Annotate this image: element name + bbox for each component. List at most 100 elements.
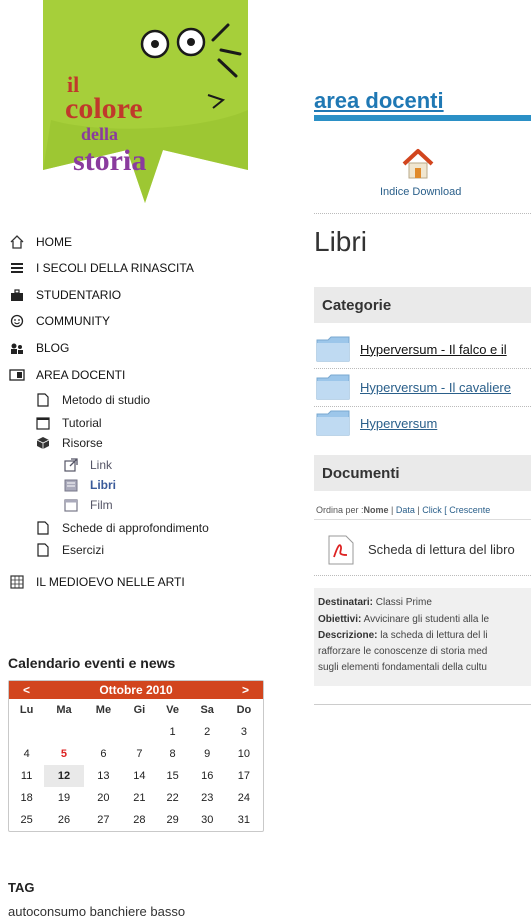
calendar-day[interactable]: 14 — [123, 765, 156, 787]
calendar-grid-icon — [8, 574, 26, 590]
document-row[interactable]: Scheda di lettura del libro — [314, 524, 531, 576]
tag-cloud[interactable]: autoconsumo banchiere basso — [8, 904, 185, 919]
calendar-weekday: Ve — [166, 704, 180, 716]
download-index-link[interactable]: Indice Download — [380, 186, 461, 198]
calendar-day[interactable]: 15 — [156, 765, 190, 787]
calendar-day[interactable]: 18 — [9, 787, 44, 809]
calendar-day[interactable]: 9 — [190, 743, 225, 765]
people-icon — [8, 340, 26, 356]
calendar-day[interactable]: 30 — [190, 809, 225, 831]
calendar-day[interactable]: 22 — [156, 787, 190, 809]
calendar-day[interactable]: 28 — [123, 809, 156, 831]
calendar-prev-button[interactable]: < — [23, 683, 30, 697]
area-docenti-title[interactable]: area docenti — [314, 88, 444, 114]
document-title[interactable]: Scheda di lettura del libro — [368, 542, 515, 557]
pdf-icon — [328, 535, 354, 564]
category-row[interactable]: Hyperversum — [314, 406, 531, 440]
category-row[interactable]: Hyperversum - Il cavaliere — [314, 370, 531, 404]
sort-nome[interactable]: Nome — [364, 505, 389, 515]
nav-sub-schede[interactable]: Schede di approfondimento — [34, 518, 209, 538]
calendar-day[interactable]: 31 — [225, 809, 263, 831]
window-icon — [34, 415, 52, 431]
docenti-icon — [8, 367, 26, 383]
nav-sub-tutorial[interactable]: Tutorial — [34, 413, 102, 433]
calendar-next-button[interactable]: > — [242, 683, 249, 697]
calendar-day[interactable]: 5 — [44, 743, 83, 765]
nav-item-secoli[interactable]: I SECOLI DELLA RINASCITA — [8, 258, 194, 278]
logo-text-colore: colore — [65, 92, 143, 125]
nav-item-home[interactable]: HOME — [8, 232, 72, 252]
calendar-day[interactable]: 29 — [156, 809, 190, 831]
logo-text-della: della — [81, 124, 118, 144]
calendar-day[interactable]: 23 — [190, 787, 225, 809]
nav-label: HOME — [36, 235, 72, 249]
nav-risorse-link[interactable]: Link — [62, 455, 112, 475]
nav-item-studentario[interactable]: STUDENTARIO — [8, 285, 121, 305]
nav-item-medioevo[interactable]: IL MEDIOEVO NELLE ARTI — [8, 572, 185, 592]
home-download-icon[interactable] — [400, 148, 436, 180]
calendar-day[interactable]: 17 — [225, 765, 263, 787]
nav-item-area-docenti[interactable]: AREA DOCENTI — [8, 365, 125, 385]
categorie-header: Categorie — [314, 287, 531, 323]
nav-item-community[interactable]: COMMUNITY — [8, 311, 110, 331]
calendar-day[interactable]: 24 — [225, 787, 263, 809]
nav-risorse-film[interactable]: Film — [62, 495, 113, 515]
calendar-day[interactable]: 16 — [190, 765, 225, 787]
nav-sub-risorse[interactable]: Risorse — [34, 433, 103, 453]
sort-click-link[interactable]: Click — [422, 505, 442, 515]
obiettivi-value: Avvicinare gli studenti alla le — [363, 614, 490, 625]
nav-sub-esercizi[interactable]: Esercizi — [34, 540, 104, 560]
calendar-empty-cell — [44, 721, 83, 743]
calendar-week-row: 25 26 27 28 29 30 31 — [9, 809, 263, 831]
calendar-day[interactable]: 11 — [9, 765, 44, 787]
sort-crescente-link[interactable]: [ Crescente — [444, 505, 490, 515]
calendar-day[interactable]: 6 — [84, 743, 123, 765]
calendar-weekday: Me — [95, 704, 112, 716]
calendar-day[interactable]: 8 — [156, 743, 190, 765]
nav-item-blog[interactable]: BLOG — [8, 338, 69, 358]
calendar-widget: < Ottobre 2010 > Lu Ma Me Gi Ve Sa Do 12345678… — [8, 680, 264, 832]
descrizione-label: Descrizione: — [318, 630, 378, 641]
calendar-day[interactable]: 1 — [156, 721, 190, 743]
page-icon — [34, 392, 52, 408]
calendar-day[interactable]: 13 — [84, 765, 123, 787]
calendar-day[interactable]: 26 — [44, 809, 83, 831]
nav-sub-metodo[interactable]: Metodo di studio — [34, 390, 150, 410]
film-icon — [62, 497, 80, 513]
book-icon — [62, 477, 80, 493]
calendar-day[interactable]: 27 — [84, 809, 123, 831]
calendar-day[interactable]: 2 — [190, 721, 225, 743]
divider — [314, 213, 531, 214]
calendar-day[interactable]: 4 — [9, 743, 44, 765]
calendar-day[interactable]: 3 — [225, 721, 263, 743]
calendar-month: Ottobre 2010 — [99, 683, 173, 697]
calendar-weekday: Sa — [200, 704, 214, 716]
sort-data-link[interactable]: Data — [396, 505, 415, 515]
nav-label: Film — [90, 498, 113, 512]
calendar-weekdays: Lu Ma Me Gi Ve Sa Do — [9, 699, 263, 721]
calendar-day[interactable]: 12 — [44, 765, 84, 787]
logo-text-storia: storia — [73, 144, 146, 177]
divider — [314, 704, 531, 705]
calendar-day[interactable]: 20 — [84, 787, 123, 809]
category-row[interactable]: Hyperversum - Il falco e il — [314, 332, 531, 366]
nav-label: BLOG — [36, 341, 70, 355]
nav-label: STUDENTARIO — [36, 288, 122, 302]
nav-risorse-libri[interactable]: Libri — [62, 475, 116, 495]
site-logo[interactable]: il colore della storia — [43, 0, 248, 203]
calendar-day[interactable]: 7 — [123, 743, 156, 765]
calendar-day[interactable]: 25 — [9, 809, 44, 831]
category-link[interactable]: Hyperversum - Il falco e il — [360, 342, 507, 357]
title-underline-bar — [314, 115, 531, 121]
category-link[interactable]: Hyperversum — [360, 416, 437, 431]
calendar-day[interactable]: 19 — [44, 787, 83, 809]
calendar-day[interactable]: 21 — [123, 787, 156, 809]
category-link[interactable]: Hyperversum - Il cavaliere — [360, 380, 511, 395]
sort-bar: Ordina per : Nome | Data | Click [ Cresc… — [314, 500, 531, 520]
calendar-week-row: 123 — [9, 721, 263, 743]
document-details: Destinatari: Classi Prime Obiettivi: Avv… — [314, 588, 531, 686]
calendar-week-row: 11 12 13 14 15 16 17 — [9, 765, 263, 787]
descrizione-line2: rafforzare le conoscenze di storia med — [318, 646, 488, 657]
calendar-day[interactable]: 10 — [225, 743, 263, 765]
descrizione-line3: sugli elementi fondamentali della cultu — [318, 662, 487, 673]
